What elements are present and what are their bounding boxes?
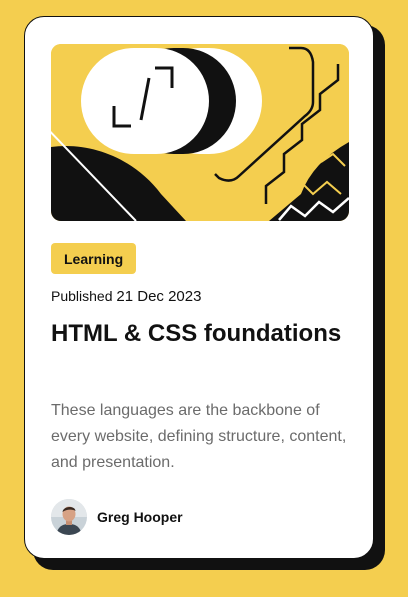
hero-illustration <box>51 44 349 221</box>
category-tag: Learning <box>51 243 137 274</box>
card-description: These languages are the backbone of ever… <box>51 402 347 471</box>
html-css-illustration <box>51 44 349 221</box>
author-name: Greg Hooper <box>97 509 183 525</box>
published-line: Published 21 Dec 2023 <box>51 288 201 305</box>
card-title[interactable]: HTML & CSS foundations <box>51 317 351 351</box>
author: Greg Hooper <box>51 499 183 535</box>
published-prefix: Published <box>51 288 113 304</box>
page: Learning Published 21 Dec 2023 HTML & CS… <box>0 0 408 597</box>
avatar-greg-hooper <box>51 499 87 535</box>
blog-preview-card: Learning Published 21 Dec 2023 HTML & CS… <box>24 16 374 559</box>
published-date: 21 Dec 2023 <box>116 288 202 305</box>
author-avatar <box>51 499 87 535</box>
